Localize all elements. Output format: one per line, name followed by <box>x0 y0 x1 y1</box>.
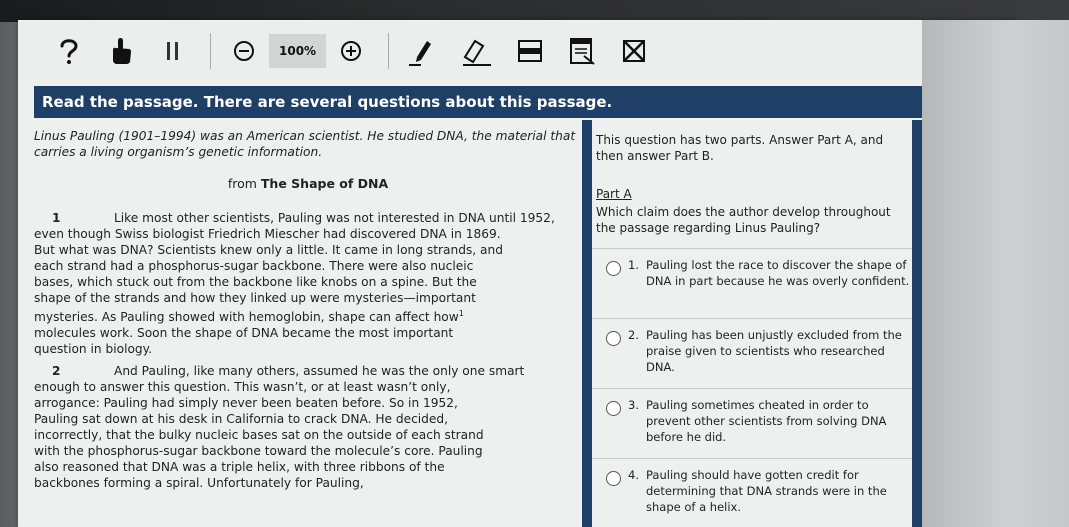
paragraph-line: Pauling sat down at his desk in Californ… <box>34 412 449 427</box>
option-number: 2. <box>628 328 639 342</box>
paragraph-line: each strand had a phosphorus-sugar backb… <box>34 259 474 273</box>
paragraph-number: 1 <box>52 211 61 225</box>
radio-button[interactable] <box>606 401 621 416</box>
option-number: 1. <box>628 258 639 272</box>
passage-panel[interactable]: Linus Pauling (1901–1994) was an America… <box>34 120 582 527</box>
paragraph-line: arrogance: Pauling had simply never been… <box>34 396 458 411</box>
question-panel: This question has two parts. Answer Part… <box>592 120 922 527</box>
line-reader-icon[interactable] <box>515 33 545 69</box>
paragraph-line: mysteries. As Pauling showed with hemogl… <box>34 306 582 325</box>
highlighter-icon[interactable] <box>459 33 493 69</box>
paragraph-line: even though Swiss biologist Friedrich Mi… <box>34 227 501 241</box>
answer-option-1[interactable]: 1. Pauling lost the race to discover the… <box>592 248 912 318</box>
option-text: Pauling sometimes cheated in order to pr… <box>646 398 887 444</box>
part-a-heading: Part A <box>596 186 906 202</box>
paragraph-line: bases, which stuck out from the backbone… <box>34 275 477 289</box>
paragraph-2: 2 And Pauling, like many others, assumed… <box>34 363 582 491</box>
option-text: Pauling has been unjustly excluded from … <box>646 328 902 374</box>
radio-button[interactable] <box>606 331 621 346</box>
toolbar-separator <box>210 33 211 69</box>
option-text: Pauling should have gotten credit for de… <box>646 468 887 514</box>
pause-icon[interactable] <box>158 33 188 69</box>
paragraph-line: backbones forming a spiral. Unfortunatel… <box>34 476 364 491</box>
question-prompt: This question has two parts. Answer Part… <box>596 133 884 163</box>
toolbar-separator <box>388 33 390 69</box>
zoom-level-text: 100% <box>279 44 317 58</box>
paragraph-line: with the phosphorus-sugar backbone towar… <box>34 444 483 459</box>
paragraph-1: 1 Like most other scientists, Pauling wa… <box>34 210 582 357</box>
paragraph-line: And Pauling, like many others, assumed h… <box>114 364 525 379</box>
source-prefix: from <box>227 176 261 191</box>
paragraph-line: also reasoned that DNA was a triple heli… <box>34 460 445 475</box>
paragraph-number: 2 <box>52 364 61 379</box>
pencil-icon[interactable] <box>407 33 437 69</box>
paragraph-line-text: mysteries. As Pauling showed with hemogl… <box>34 310 459 325</box>
paragraph-line: But what was DNA? Scientists knew only a… <box>34 243 503 257</box>
zoom-level: 100% <box>269 34 327 68</box>
hand-pointer-icon[interactable] <box>106 33 136 69</box>
passage-source: from The Shape of DNA <box>34 176 582 192</box>
paragraph-line: enough to answer this question. This was… <box>34 380 451 395</box>
paragraph-line: incorrectly, that the bulky nucleic base… <box>34 428 484 443</box>
question-text: Which claim does the author develop thro… <box>596 205 891 235</box>
panel-divider[interactable] <box>582 120 592 527</box>
option-number: 4. <box>628 468 639 482</box>
help-icon[interactable] <box>54 33 84 69</box>
paragraph-line: shape of the strands and how they linked… <box>34 291 476 305</box>
radio-button[interactable] <box>606 471 621 486</box>
screen-right-edge <box>922 20 1069 527</box>
source-title: The Shape of DNA <box>260 176 389 191</box>
zoom-in-icon[interactable] <box>336 33 366 69</box>
answer-option-2[interactable]: 2. Pauling has been unjustly excluded fr… <box>592 318 912 388</box>
option-text: Pauling lost the race to discover the sh… <box>646 258 910 288</box>
notepad-icon[interactable] <box>567 33 597 69</box>
answer-option-4[interactable]: 4. Pauling should have gotten credit for… <box>592 458 912 527</box>
part-a-label: Part A <box>596 187 632 201</box>
paragraph-line: question in biology. <box>34 342 153 357</box>
paragraph-line: molecules work. Soon the shape of DNA be… <box>34 326 454 341</box>
footnote-mark[interactable]: 1 <box>459 309 464 318</box>
passage-intro: Linus Pauling (1901–1994) was an America… <box>34 129 576 159</box>
banner-text: Read the passage. There are several ques… <box>42 93 613 111</box>
bezel-top <box>0 0 1069 22</box>
radio-button[interactable] <box>606 261 621 276</box>
directions-banner: Read the passage. There are several ques… <box>34 86 922 118</box>
toolbar: 100% <box>18 22 922 80</box>
zoom-out-icon[interactable] <box>229 33 259 69</box>
paragraph-line: Like most other scientists, Pauling was … <box>114 211 555 225</box>
option-number: 3. <box>628 398 639 412</box>
eliminate-choice-icon[interactable] <box>619 33 649 69</box>
answer-option-3[interactable]: 3. Pauling sometimes cheated in order to… <box>592 388 912 458</box>
